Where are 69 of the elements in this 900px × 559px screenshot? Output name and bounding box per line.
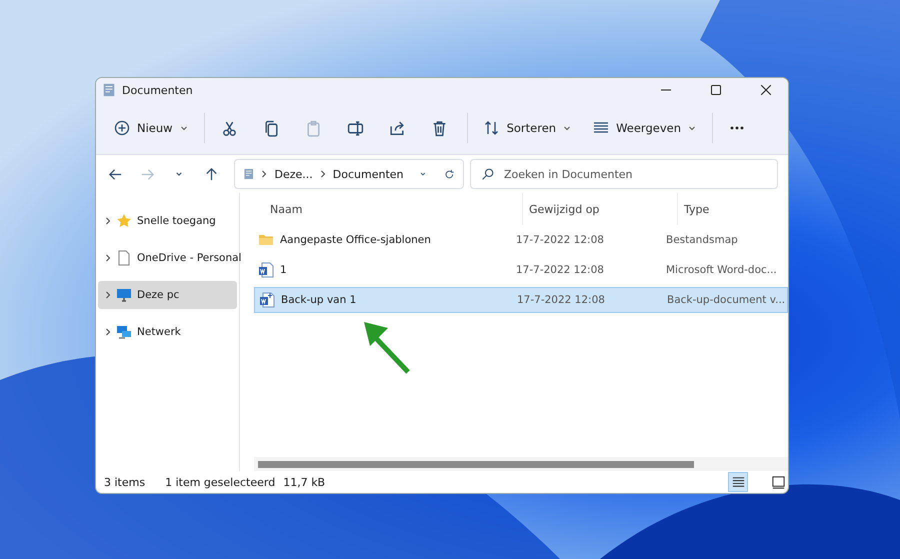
share-icon <box>388 120 406 136</box>
window-title: Documenten <box>122 84 194 96</box>
document-icon <box>258 262 274 278</box>
tiles-icon <box>770 474 786 490</box>
toolbar-button[interactable]: Weergeven <box>583 112 706 144</box>
cut-icon <box>220 120 238 136</box>
chevron-right-icon <box>105 217 111 225</box>
table-cell-text: 17-7-2022 12:08 <box>516 234 605 246</box>
search-input[interactable]: Zoeken in Documenten <box>502 166 767 182</box>
status-text: 1 item geselecteerd <box>165 476 276 488</box>
refresh-icon <box>444 168 455 180</box>
file-row[interactable]: Aangepaste Office-sjablonen 17-7-2022 12:08 Bestandsmap <box>254 227 788 253</box>
copy-icon <box>262 120 280 136</box>
document-icon <box>243 167 254 181</box>
forward-icon <box>140 166 154 182</box>
folder-icon <box>258 232 274 248</box>
monitor-icon <box>116 287 132 303</box>
list-icon <box>730 474 746 490</box>
paste-icon <box>304 120 322 136</box>
sidebar-item[interactable]: Netwerk <box>98 318 237 346</box>
address-bar[interactable]: Deze... Documenten <box>234 159 464 189</box>
search-icon <box>481 168 494 180</box>
caret-icon <box>180 124 188 132</box>
file-name: Back-up van 1 <box>281 294 356 306</box>
chevron-right-icon <box>320 170 326 178</box>
document-icon <box>259 292 275 308</box>
chevron-right-icon <box>105 254 111 262</box>
page-icon <box>116 250 132 266</box>
column-header[interactable]: Naam <box>270 193 522 225</box>
plus-icon <box>114 120 130 136</box>
file-name: Aangepaste Office-sjablonen <box>280 234 431 246</box>
close-icon <box>761 85 771 95</box>
breadcrumb[interactable]: Documenten <box>332 168 404 180</box>
caret-icon <box>563 124 572 132</box>
sort-icon <box>484 120 500 136</box>
star-icon <box>116 213 132 229</box>
up-icon <box>204 166 218 182</box>
sidebar-item[interactable]: Deze pc <box>98 281 237 309</box>
file-row[interactable]: 1 17-7-2022 12:08 Microsoft Word-doc... <box>254 257 788 283</box>
rename-icon <box>346 120 364 136</box>
chevron-right-icon <box>261 170 268 178</box>
table-cell-text: Bestandsmap <box>666 234 739 246</box>
more-icon <box>729 126 745 130</box>
document-icon <box>102 83 116 97</box>
chevron-right-icon <box>105 328 111 336</box>
table-cell-text: 17-7-2022 12:08 <box>517 294 606 306</box>
trash-icon <box>430 120 448 136</box>
view-button[interactable] <box>728 472 748 492</box>
caret-icon <box>688 124 696 132</box>
chevron-right-icon <box>105 291 111 299</box>
scrollbar[interactable] <box>254 457 788 471</box>
toolbar-button[interactable]: Nieuw <box>104 112 198 144</box>
column-header[interactable]: Gewijzigd op <box>522 193 677 225</box>
file-name: 1 <box>280 264 287 276</box>
file-row[interactable]: Back-up van 1 17-7-2022 12:08 Back-up-document v... <box>254 287 788 313</box>
back-icon <box>108 166 122 182</box>
column-header[interactable]: Type <box>677 193 788 225</box>
maximize-icon <box>711 85 721 95</box>
breadcrumb[interactable]: Deze... <box>274 168 313 180</box>
network-icon <box>116 324 132 340</box>
table-cell-text: Back-up-document v... <box>667 294 786 306</box>
status-text: 11,7 kB <box>283 476 326 488</box>
table-cell-text: Microsoft Word-doc... <box>666 264 778 276</box>
arrow-annotation <box>362 320 412 375</box>
table-cell-text: 17-7-2022 12:08 <box>516 264 605 276</box>
toolbar-button[interactable]: Sorteren <box>474 112 582 144</box>
sidebar-item[interactable]: Snelle toegang <box>98 207 237 235</box>
status-text: 3 items <box>104 476 146 488</box>
search-field[interactable]: Zoeken in Documenten <box>470 159 778 189</box>
